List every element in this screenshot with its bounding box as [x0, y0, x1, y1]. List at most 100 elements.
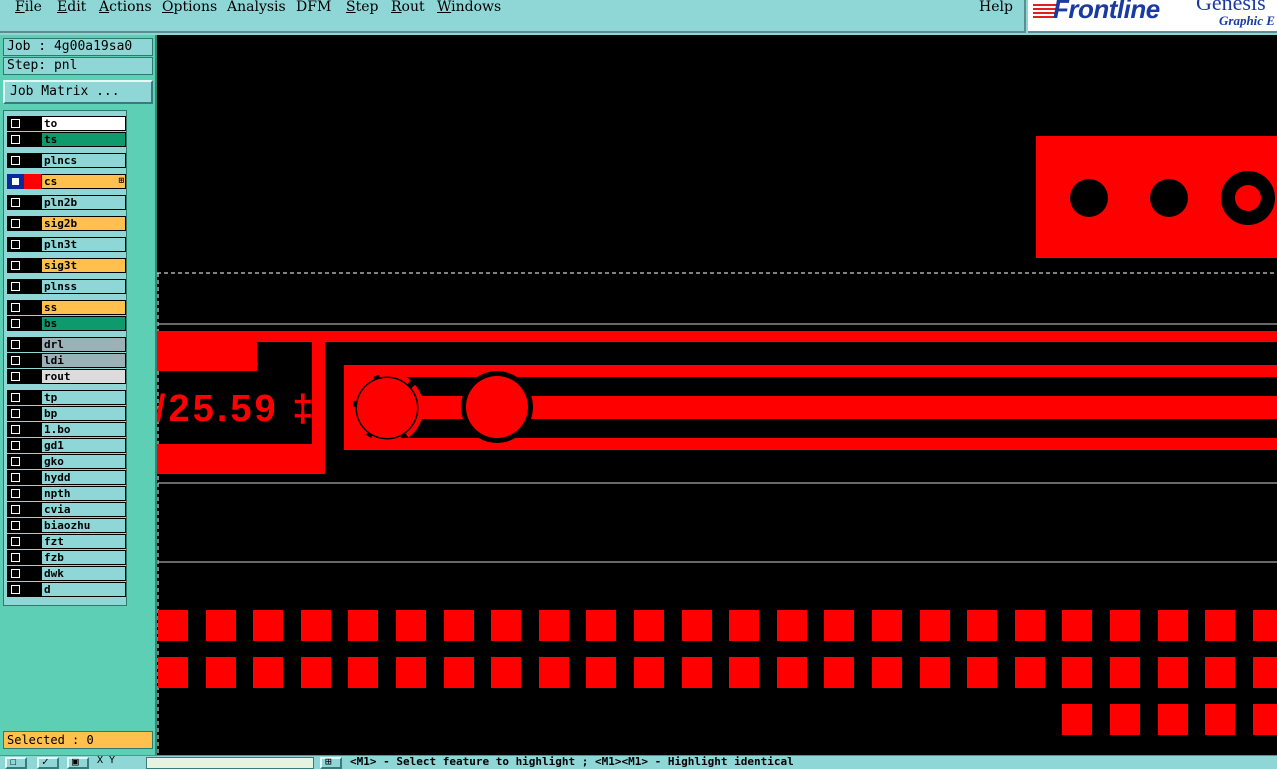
- layer-color-swatch[interactable]: [24, 486, 41, 501]
- layer-name[interactable]: biaozhu: [41, 518, 126, 533]
- layer-color-swatch[interactable]: [24, 216, 41, 231]
- layer-checkbox[interactable]: [7, 438, 24, 453]
- layer-checkbox[interactable]: [7, 116, 24, 131]
- layer-name[interactable]: 1.bo: [41, 422, 126, 437]
- layer-row-cs[interactable]: cs: [7, 174, 126, 189]
- layer-row-bp[interactable]: bp: [7, 406, 126, 421]
- layer-color-swatch[interactable]: [24, 316, 41, 331]
- layer-row-gko[interactable]: gko: [7, 454, 126, 469]
- layer-row-ts[interactable]: ts: [7, 132, 126, 147]
- status-button-2[interactable]: ✓: [37, 756, 59, 769]
- layer-row-to[interactable]: to: [7, 116, 126, 131]
- layer-checkbox[interactable]: [7, 550, 24, 565]
- pcb-view[interactable]: FLP1 /25.59 ‡: [157, 35, 1277, 755]
- layer-color-swatch[interactable]: [24, 153, 41, 168]
- layer-row-1.bo[interactable]: 1.bo: [7, 422, 126, 437]
- status-button-3[interactable]: ▣: [67, 756, 89, 769]
- status-button-1[interactable]: ☐: [5, 756, 27, 769]
- layer-checkbox[interactable]: [7, 153, 24, 168]
- layer-color-swatch[interactable]: [24, 237, 41, 252]
- layer-row-sig2b[interactable]: sig2b: [7, 216, 126, 231]
- menu-help[interactable]: Help: [979, 0, 1013, 15]
- layer-row-pln2b[interactable]: pln2b: [7, 195, 126, 210]
- layer-checkbox[interactable]: [7, 216, 24, 231]
- layer-name[interactable]: hydd: [41, 470, 126, 485]
- layer-row-ldi[interactable]: ldi: [7, 353, 126, 368]
- layer-checkbox[interactable]: [7, 486, 24, 501]
- layer-checkbox[interactable]: [7, 195, 24, 210]
- layer-checkbox[interactable]: [7, 534, 24, 549]
- layer-name[interactable]: bs: [41, 316, 126, 331]
- menu-rout[interactable]: Rout: [391, 0, 425, 15]
- layer-checkbox[interactable]: [7, 237, 24, 252]
- layer-checkbox[interactable]: [7, 279, 24, 294]
- layer-row-gd1[interactable]: gd1: [7, 438, 126, 453]
- layer-color-swatch[interactable]: [24, 353, 41, 368]
- menu-edit[interactable]: Edit: [57, 0, 86, 15]
- layer-row-rout[interactable]: rout: [7, 369, 126, 384]
- layer-color-swatch[interactable]: [24, 550, 41, 565]
- layer-checkbox[interactable]: [7, 582, 24, 597]
- layer-name[interactable]: sig3t: [41, 258, 126, 273]
- layer-name[interactable]: pln2b: [41, 195, 126, 210]
- layer-row-ss[interactable]: ss: [7, 300, 126, 315]
- layer-checkbox[interactable]: [7, 502, 24, 517]
- layer-color-swatch[interactable]: [24, 174, 41, 189]
- layer-checkbox[interactable]: [7, 566, 24, 581]
- layer-checkbox[interactable]: [7, 470, 24, 485]
- layer-color-swatch[interactable]: [24, 258, 41, 273]
- layer-color-swatch[interactable]: [24, 390, 41, 405]
- layer-color-swatch[interactable]: [24, 422, 41, 437]
- layer-name[interactable]: gko: [41, 454, 126, 469]
- layer-checkbox[interactable]: [7, 316, 24, 331]
- layer-checkbox[interactable]: [7, 337, 24, 352]
- layer-name[interactable]: drl: [41, 337, 126, 352]
- layer-row-cvia[interactable]: cvia: [7, 502, 126, 517]
- layer-color-swatch[interactable]: [24, 502, 41, 517]
- layer-checkbox[interactable]: [7, 390, 24, 405]
- layer-checkbox[interactable]: [7, 258, 24, 273]
- layer-color-swatch[interactable]: [24, 116, 41, 131]
- layer-name[interactable]: pln3t: [41, 237, 126, 252]
- layer-row-dwk[interactable]: dwk: [7, 566, 126, 581]
- command-field[interactable]: [146, 757, 314, 769]
- menu-dfm[interactable]: DFM: [296, 0, 331, 15]
- layer-name[interactable]: sig2b: [41, 216, 126, 231]
- layer-color-swatch[interactable]: [24, 337, 41, 352]
- layer-name[interactable]: cs: [41, 174, 126, 189]
- layer-name[interactable]: fzb: [41, 550, 126, 565]
- layer-color-swatch[interactable]: [24, 534, 41, 549]
- layer-checkbox[interactable]: [7, 422, 24, 437]
- layer-checkbox[interactable]: [7, 369, 24, 384]
- layer-color-swatch[interactable]: [24, 406, 41, 421]
- layer-row-biaozhu[interactable]: biaozhu: [7, 518, 126, 533]
- layer-checkbox[interactable]: [7, 300, 24, 315]
- layer-row-plncs[interactable]: plncs: [7, 153, 126, 168]
- layer-row-plnss[interactable]: plnss: [7, 279, 126, 294]
- job-matrix-button[interactable]: Job Matrix ...: [3, 80, 153, 104]
- graphic-canvas[interactable]: FLP1 /25.59 ‡: [157, 35, 1277, 755]
- menu-options[interactable]: Options: [162, 0, 217, 15]
- layer-row-npth[interactable]: npth: [7, 486, 126, 501]
- layer-row-pln3t[interactable]: pln3t: [7, 237, 126, 252]
- layer-name[interactable]: npth: [41, 486, 126, 501]
- layer-row-bs[interactable]: bs: [7, 316, 126, 331]
- layer-checkbox[interactable]: [7, 406, 24, 421]
- layer-row-tp[interactable]: tp: [7, 390, 126, 405]
- layer-checkbox[interactable]: [7, 353, 24, 368]
- layer-name[interactable]: dwk: [41, 566, 126, 581]
- layer-color-swatch[interactable]: [24, 566, 41, 581]
- layer-name[interactable]: ldi: [41, 353, 126, 368]
- menu-actions[interactable]: Actions: [99, 0, 152, 15]
- layer-row-hydd[interactable]: hydd: [7, 470, 126, 485]
- layer-name[interactable]: to: [41, 116, 126, 131]
- layer-name[interactable]: d: [41, 582, 126, 597]
- menu-file[interactable]: File: [15, 0, 42, 15]
- layer-row-fzt[interactable]: fzt: [7, 534, 126, 549]
- layer-row-d[interactable]: d: [7, 582, 126, 597]
- layer-checkbox[interactable]: [7, 518, 24, 533]
- layer-color-swatch[interactable]: [24, 195, 41, 210]
- layer-color-swatch[interactable]: [24, 582, 41, 597]
- layer-name[interactable]: cvia: [41, 502, 126, 517]
- layer-color-swatch[interactable]: [24, 279, 41, 294]
